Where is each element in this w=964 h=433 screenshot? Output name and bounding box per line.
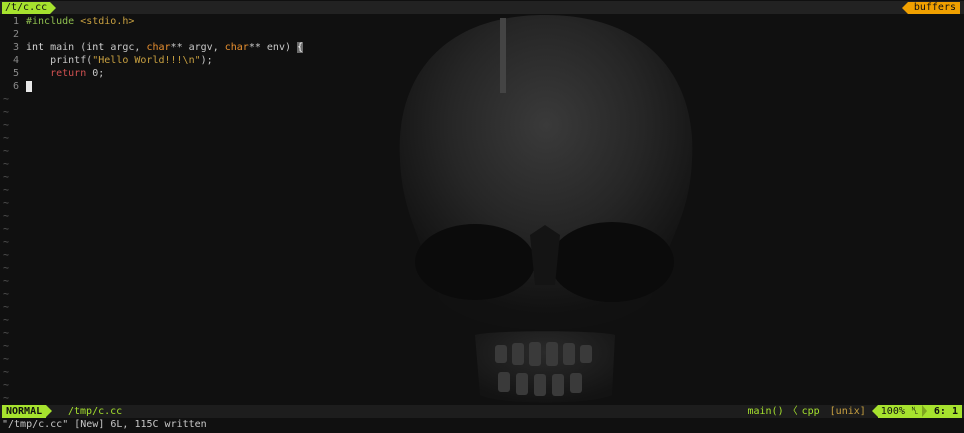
empty-line-tilde: ~ (3, 133, 10, 144)
line-number: 4 (12, 55, 19, 66)
param-argc: argc, (110, 42, 141, 53)
code-line: 4 printf("Hello World!!!\n"); (0, 54, 213, 67)
tabline: /t/c.cc buffers (0, 1, 964, 14)
empty-line-tilde: ~ (3, 120, 10, 131)
empty-line-tilde: ~ (3, 341, 10, 352)
empty-line-tilde: ~ (3, 211, 10, 222)
include-header: <stdio.h> (80, 16, 135, 27)
empty-line-tilde: ~ (3, 367, 10, 378)
param-argv: ** argv, (170, 42, 219, 53)
empty-line-tilde: ~ (3, 315, 10, 326)
type-char: char (224, 42, 249, 53)
empty-line-tilde: ~ (3, 354, 10, 365)
code-line: 3 int main (int argc, char** argv, char**… (0, 41, 304, 54)
empty-line-tilde: ~ (3, 250, 10, 261)
line-number: 1 (12, 16, 19, 27)
empty-line-tilde: ~ (3, 289, 10, 300)
empty-line-tilde: ~ (3, 393, 10, 404)
keyword-return: return (50, 68, 87, 79)
current-function: main() (747, 406, 784, 417)
empty-line-tilde: ~ (3, 328, 10, 339)
type-char: char (146, 42, 171, 53)
preprocessor-directive: #include (26, 16, 75, 27)
matched-brace: { (297, 42, 304, 53)
empty-line-tilde: ~ (3, 224, 10, 235)
command-message: "/tmp/c.cc" [New] 6L, 115C written (2, 419, 207, 430)
tab-active-file[interactable]: /t/c.cc (2, 2, 57, 14)
code-line: 6 (0, 80, 32, 93)
line-number-icon: ␤ (910, 406, 919, 417)
empty-line-tilde: ~ (3, 159, 10, 170)
line-number: 2 (12, 29, 19, 40)
empty-line-tilde: ~ (3, 380, 10, 391)
empty-line-tilde: ~ (3, 172, 10, 183)
statusline-right: main() 〈 cpp [unix] 100% ␤ 6: 1 (747, 405, 962, 418)
empty-line-tilde: ~ (3, 146, 10, 157)
line-number: 3 (12, 42, 19, 53)
empty-line-tilde: ~ (3, 107, 10, 118)
separator-icon: 〈 (787, 406, 798, 417)
printf-end: ); (200, 55, 213, 66)
function-name: main ( (50, 42, 87, 53)
code-line: 5 return 0; (0, 67, 104, 80)
file-path: /tmp/c.cc (68, 406, 123, 417)
empty-line-tilde: ~ (3, 276, 10, 287)
keyword-int: int (26, 42, 45, 53)
printf-call: printf( (50, 55, 93, 66)
return-value: 0; (92, 68, 105, 79)
string-literal: "Hello World!!!\n" (92, 55, 201, 66)
block-cursor (26, 80, 32, 92)
editor-area[interactable]: 1 #include <stdio.h> 2 3 int main (int arg… (0, 15, 964, 404)
line-number: 6 (12, 81, 19, 92)
empty-line-tilde: ~ (3, 198, 10, 209)
empty-line-tilde: ~ (3, 94, 10, 105)
filetype: cpp (801, 406, 820, 417)
empty-line-tilde: ~ (3, 263, 10, 274)
code-line: 1 #include <stdio.h> (0, 15, 134, 28)
fileformat: [unix] (829, 406, 866, 417)
line-number: 5 (12, 68, 19, 79)
percent-value: 100% (880, 406, 905, 417)
empty-line-tilde: ~ (3, 185, 10, 196)
empty-line-tilde: ~ (3, 302, 10, 313)
keyword-int: int (86, 42, 105, 53)
buffers-indicator[interactable]: buffers (901, 2, 960, 14)
statusline: NORMAL /tmp/c.cc main() 〈 cpp [unix] 100… (0, 405, 964, 418)
mode-indicator: NORMAL (2, 405, 53, 418)
code-line: 2 (0, 28, 19, 41)
scroll-percent: 100% ␤ (871, 405, 922, 418)
empty-line-tilde: ~ (3, 237, 10, 248)
param-env: ** env) (248, 42, 291, 53)
cursor-position: 6: 1 (921, 405, 962, 418)
